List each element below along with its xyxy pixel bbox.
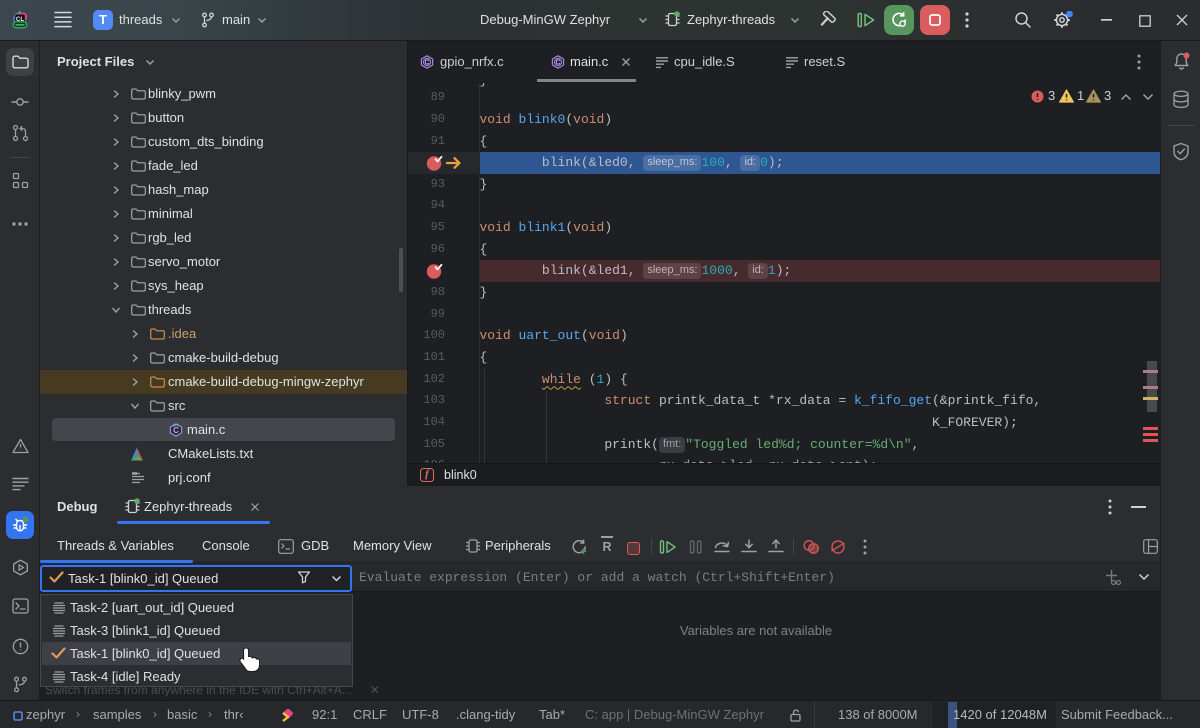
- svg-text:C: C: [424, 60, 429, 67]
- svg-text:C: C: [173, 426, 179, 435]
- svg-text:C: C: [555, 60, 560, 67]
